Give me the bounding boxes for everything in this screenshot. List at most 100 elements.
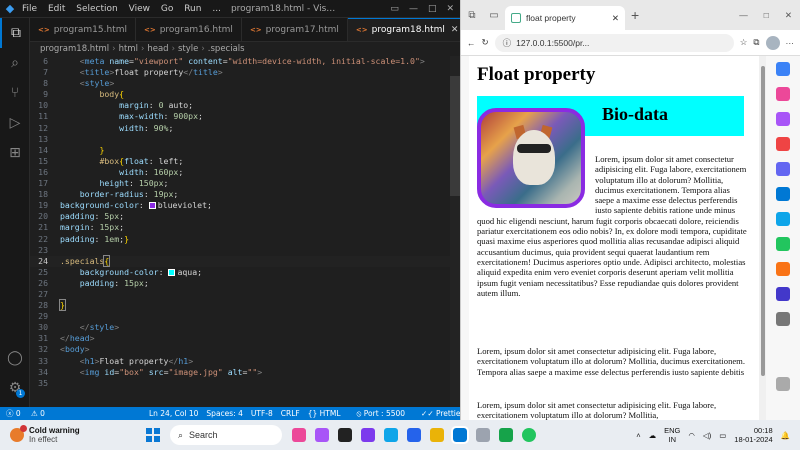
html-file-icon: <> xyxy=(38,25,50,34)
code-line: 32 <body> xyxy=(38,344,90,355)
breadcrumb-head[interactable]: head xyxy=(147,44,168,54)
weather-widget[interactable]: Cold warning In effect xyxy=(0,425,140,444)
favorites-icon[interactable]: ☆ xyxy=(740,37,748,48)
search-icon[interactable]: ⌕ xyxy=(0,48,30,78)
designer-icon[interactable] xyxy=(776,287,790,301)
copilot-app-icon[interactable] xyxy=(292,428,306,442)
shopping-icon[interactable] xyxy=(776,87,790,101)
close-tab-icon[interactable]: ✕ xyxy=(612,13,619,24)
live-server-port[interactable]: ⦸ Port : 5500 xyxy=(357,409,414,419)
prettier-status[interactable]: ✓✓ Prettier xyxy=(421,409,460,418)
settings-icon[interactable] xyxy=(776,377,790,391)
notification-bell-icon[interactable]: 🔔 xyxy=(781,431,790,440)
run-debug-icon[interactable]: ▷ xyxy=(0,108,30,138)
app-icon[interactable] xyxy=(407,428,421,442)
breadcrumb-file[interactable]: program18.html xyxy=(40,44,109,54)
games-icon[interactable] xyxy=(776,137,790,151)
address-bar[interactable]: ⓘ 127.0.0.1:5500/pr... xyxy=(494,33,734,52)
tab-program16[interactable]: <> program16.html xyxy=(136,18,242,41)
battery-icon[interactable]: ▭ xyxy=(719,431,726,440)
outlook-icon[interactable] xyxy=(776,187,790,201)
volume-icon[interactable]: ◁) xyxy=(703,431,711,440)
editor-scrollbar[interactable] xyxy=(450,56,460,407)
taskbar: Cold warning In effect ⌕ Search ˄ ☁ ENG I… xyxy=(0,420,800,450)
code-line: 13 xyxy=(38,133,48,144)
wifi-icon[interactable]: ◠ xyxy=(688,431,695,440)
edge-app-icon[interactable] xyxy=(384,428,398,442)
tab-label: program15.html xyxy=(53,24,127,35)
tools-icon[interactable] xyxy=(776,112,790,126)
app-icon[interactable] xyxy=(476,428,490,442)
back-icon[interactable]: ← xyxy=(467,38,476,48)
problems-indicator[interactable]: ⓧ 0 ⚠ 0 xyxy=(0,408,53,419)
info-icon[interactable]: ⓘ xyxy=(503,37,512,49)
source-control-icon[interactable]: ⑂ xyxy=(0,78,30,108)
extensions-icon[interactable]: ⊞ xyxy=(0,138,30,168)
tab-program15[interactable]: <> program15.html xyxy=(30,18,136,41)
code-editor[interactable]: 6 <meta name="viewport" content="width=d… xyxy=(30,56,460,407)
minimize-icon[interactable]: — xyxy=(739,10,748,21)
settings-gear-icon[interactable]: ⚙ 1 xyxy=(0,373,30,403)
xbox-app-icon[interactable] xyxy=(499,428,513,442)
copilot-icon[interactable] xyxy=(776,162,790,176)
tab-program17[interactable]: <> program17.html xyxy=(242,18,348,41)
more-icon[interactable]: ··· xyxy=(786,38,795,48)
start-button[interactable] xyxy=(146,428,160,442)
menu-edit[interactable]: Edit xyxy=(48,4,65,14)
cloud-icon[interactable]: ☁ xyxy=(649,431,657,440)
breadcrumb-style[interactable]: style xyxy=(178,44,198,54)
add-icon[interactable] xyxy=(776,312,790,326)
search-sidebar-icon[interactable] xyxy=(776,62,790,76)
app-icon[interactable] xyxy=(338,428,352,442)
browser-tab[interactable]: float property ✕ xyxy=(505,6,625,30)
menu-file[interactable]: File xyxy=(22,4,37,14)
close-tab-icon[interactable]: ✕ xyxy=(451,25,459,35)
code-line: 31 </head> xyxy=(38,333,95,344)
language-mode[interactable]: {} HTML xyxy=(308,409,349,418)
tab-label: program16.html xyxy=(159,24,233,35)
encoding[interactable]: UTF-8 xyxy=(251,409,273,418)
collections-icon[interactable]: ⧉ xyxy=(753,37,759,48)
clock[interactable]: 00:18 18-01-2024 xyxy=(734,426,772,444)
breadcrumb-specials[interactable]: .specials xyxy=(208,44,245,54)
close-icon[interactable]: ✕ xyxy=(446,4,454,14)
code-line: 35 xyxy=(38,377,48,388)
indentation[interactable]: Spaces: 4 xyxy=(206,409,242,418)
code-line: 34 <img id="box" src="image.jpg" alt=""> xyxy=(38,366,263,377)
app-icon[interactable] xyxy=(315,428,329,442)
maximize-icon[interactable]: □ xyxy=(764,10,769,21)
office-icon[interactable] xyxy=(776,262,790,276)
language-indicator[interactable]: ENG IN xyxy=(664,426,680,444)
maximize-icon[interactable]: □ xyxy=(428,4,437,14)
minimize-icon[interactable]: — xyxy=(409,4,418,14)
code-line: 9 body{ xyxy=(43,89,125,100)
menu-go[interactable]: Go xyxy=(161,4,173,14)
vscode-app-icon[interactable] xyxy=(451,426,469,444)
explorer-icon[interactable]: ⧉ xyxy=(0,18,30,48)
close-icon[interactable]: ✕ xyxy=(785,10,792,21)
app-icon[interactable] xyxy=(361,428,375,442)
games-controller-icon[interactable] xyxy=(776,237,790,251)
breadcrumb-html[interactable]: html xyxy=(119,44,138,54)
menu-view[interactable]: View xyxy=(129,4,150,14)
workspaces-icon[interactable]: ⧉ xyxy=(461,10,483,21)
account-icon[interactable]: ◯ xyxy=(0,343,30,373)
layout-icon[interactable]: ▭ xyxy=(390,4,399,14)
tab-label: program18.html xyxy=(371,25,445,35)
tab-program18[interactable]: <> program18.html ✕ xyxy=(347,18,468,41)
drop-icon[interactable] xyxy=(776,212,790,226)
cursor-position[interactable]: Ln 24, Col 10 xyxy=(149,409,198,418)
menu-run[interactable]: Run xyxy=(184,4,201,14)
file-explorer-icon[interactable] xyxy=(430,428,444,442)
chevron-up-icon[interactable]: ˄ xyxy=(636,431,640,440)
menu-selection[interactable]: Selection xyxy=(76,4,117,14)
refresh-icon[interactable]: ↻ xyxy=(482,37,489,48)
spotify-app-icon[interactable] xyxy=(522,428,536,442)
new-tab-icon[interactable]: + xyxy=(631,7,639,23)
taskbar-search[interactable]: ⌕ Search xyxy=(170,425,282,445)
menu-more[interactable]: ... xyxy=(212,4,221,14)
profile-avatar[interactable] xyxy=(765,35,780,50)
page-heading: Float property xyxy=(477,64,596,85)
line-ending[interactable]: CRLF xyxy=(281,409,300,418)
tab-actions-icon[interactable]: ▭ xyxy=(483,10,505,21)
